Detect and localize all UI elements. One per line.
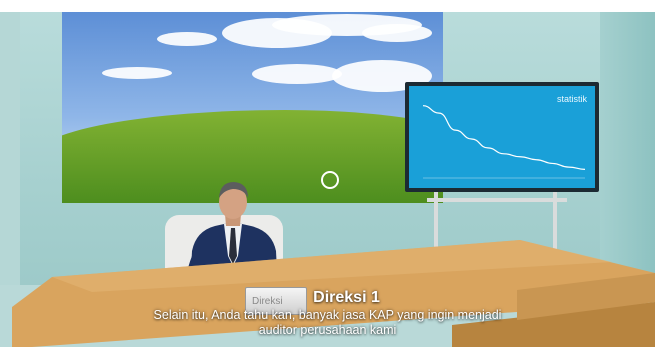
- photo-cloud: [157, 32, 217, 46]
- board-stand-bar: [427, 198, 567, 202]
- dialogue-subtitle: Direksi 1 Selain itu, Anda tahu kan, ban…: [0, 288, 655, 338]
- photo-cloud: [252, 64, 342, 84]
- circle-reticle-icon: [321, 171, 339, 189]
- statistics-screen: statistik: [409, 86, 595, 188]
- speaker-name: Direksi 1: [313, 289, 380, 306]
- ceiling: [0, 0, 655, 12]
- photo-cloud: [362, 24, 432, 42]
- chart-series-line: [422, 105, 586, 170]
- photo-cloud: [102, 67, 172, 79]
- vr-meeting-room-scene: statistik Direksi Direksi 1 Selain itu, …: [0, 0, 655, 347]
- statistics-chart: [422, 105, 586, 179]
- dialogue-line: auditor perusahaan kami: [258, 323, 397, 337]
- dialogue-line: Selain itu, Anda tahu kan, banyak jasa K…: [153, 308, 502, 322]
- landscape-wall-photo: [62, 12, 443, 203]
